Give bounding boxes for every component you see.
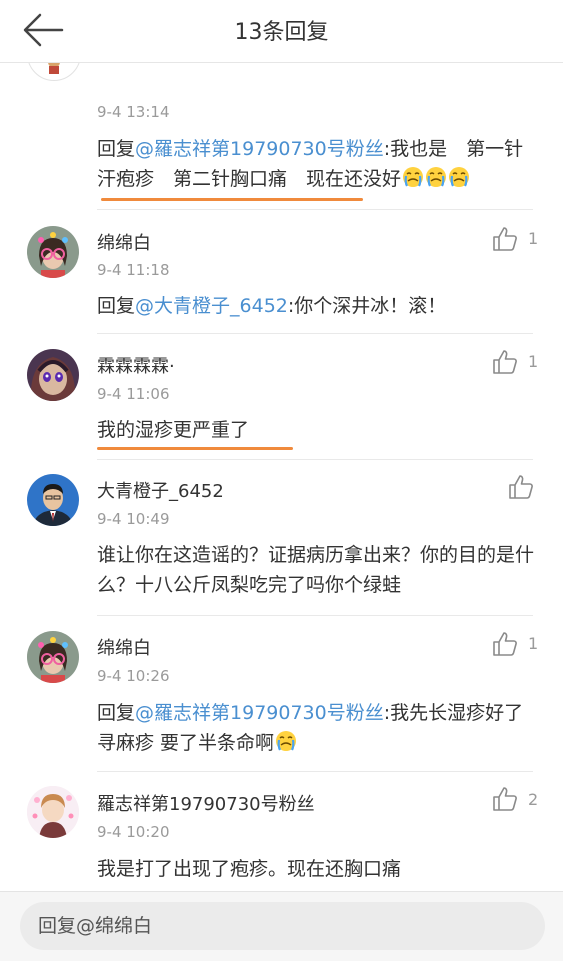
comment-text: 我是打了出现了疱疹。现在还胸口痛 — [97, 858, 402, 880]
mention-link[interactable]: @大青橙子_6452 — [135, 295, 288, 317]
comment-item: 霖霖霖霖· 1 9-4 11:06 我的湿疹更严重了 — [0, 334, 563, 459]
crying-emoji-icon — [275, 730, 297, 752]
comment-time: 9-4 10:49 — [97, 510, 170, 528]
like-count: 1 — [528, 352, 539, 371]
comment-list[interactable]: 9-4 13:14 回复@羅志祥第19790730号粉丝:我也是 第一针汗疱疹 … — [0, 63, 563, 891]
comment-body: 我是打了出现了疱疹。现在还胸口痛 — [97, 854, 542, 884]
comment-time: 9-4 13:14 — [97, 103, 170, 121]
comment-body: 回复@羅志祥第19790730号粉丝:我先长湿疹好了寻麻疹 要了半条命啊 — [97, 698, 542, 758]
reply-bar — [0, 891, 563, 961]
highlight-underline — [97, 447, 293, 450]
like-count: 1 — [528, 229, 539, 248]
reply-prefix: 回复 — [97, 702, 136, 724]
comment-username[interactable]: 羅志祥第19790730号粉丝 — [97, 790, 315, 816]
comment-body: 我的湿疹更严重了 — [97, 415, 542, 445]
comment-text: :你个深井冰！滚！ — [287, 295, 447, 317]
header-bar: 13条回复 — [0, 0, 563, 63]
comment-time: 9-4 10:20 — [97, 823, 170, 841]
crying-emoji-icon — [402, 166, 424, 188]
mention-link[interactable]: @羅志祥第19790730号粉丝 — [135, 702, 384, 724]
like-icon[interactable] — [492, 349, 518, 375]
reply-prefix: 回复 — [97, 138, 136, 160]
comment-text: 谁让你在这造谣的？证据病历拿出来？你的目的是什么？十八公斤凤梨吃完了吗你个绿蛙 — [97, 544, 535, 596]
comment-item: 绵绵白 1 9-4 11:18 回复@大青橙子_6452:你个深井冰！滚！ — [0, 210, 563, 333]
comment-username[interactable]: 大青橙子_6452 — [97, 477, 224, 503]
avatar[interactable] — [27, 63, 81, 81]
like-count: 1 — [528, 634, 539, 653]
avatar[interactable] — [27, 474, 79, 526]
comment-username[interactable]: 绵绵白 — [97, 634, 151, 660]
like-count: 2 — [528, 790, 539, 809]
comment-item: 大青橙子_6452 9-4 10:49 谁让你在这造谣的？证据病历拿出来？你的目… — [0, 460, 563, 615]
comment-time: 9-4 10:26 — [97, 667, 170, 685]
comment-body: 谁让你在这造谣的？证据病历拿出来？你的目的是什么？十八公斤凤梨吃完了吗你个绿蛙 — [97, 540, 542, 600]
mention-link[interactable]: @羅志祥第19790730号粉丝 — [135, 138, 384, 160]
crying-emoji-icon — [425, 166, 447, 188]
like-icon[interactable] — [492, 786, 518, 812]
page-title: 13条回复 — [234, 20, 329, 45]
comment-item: 9-4 13:14 回复@羅志祥第19790730号粉丝:我也是 第一针汗疱疹 … — [0, 63, 563, 211]
comment-time: 9-4 11:06 — [97, 385, 170, 403]
comment-username[interactable]: 霖霖霖霖· — [97, 352, 175, 378]
comment-username[interactable]: 绵绵白 — [97, 229, 151, 255]
like-icon[interactable] — [492, 631, 518, 657]
comment-time: 9-4 11:18 — [97, 261, 170, 279]
comment-body: 回复@羅志祥第19790730号粉丝:我也是 第一针汗疱疹 第二针胸口痛 现在还… — [97, 134, 542, 194]
comment-item: 绵绵白 1 9-4 10:26 回复@羅志祥第19790730号粉丝:我先长湿疹… — [0, 616, 563, 771]
highlight-underline — [101, 198, 363, 201]
avatar[interactable] — [27, 226, 79, 278]
reply-prefix: 回复 — [97, 295, 136, 317]
reply-input[interactable] — [20, 902, 545, 950]
avatar[interactable] — [27, 349, 79, 401]
like-icon[interactable] — [492, 226, 518, 252]
like-icon[interactable] — [508, 474, 534, 500]
avatar[interactable] — [27, 786, 79, 838]
crying-emoji-icon — [448, 166, 470, 188]
comment-item: 羅志祥第19790730号粉丝 2 9-4 10:20 我是打了出现了疱疹。现在… — [0, 772, 563, 891]
comment-body: 回复@大青橙子_6452:你个深井冰！滚！ — [97, 291, 542, 321]
avatar[interactable] — [27, 631, 79, 683]
comment-text: 我的湿疹更严重了 — [97, 419, 250, 441]
